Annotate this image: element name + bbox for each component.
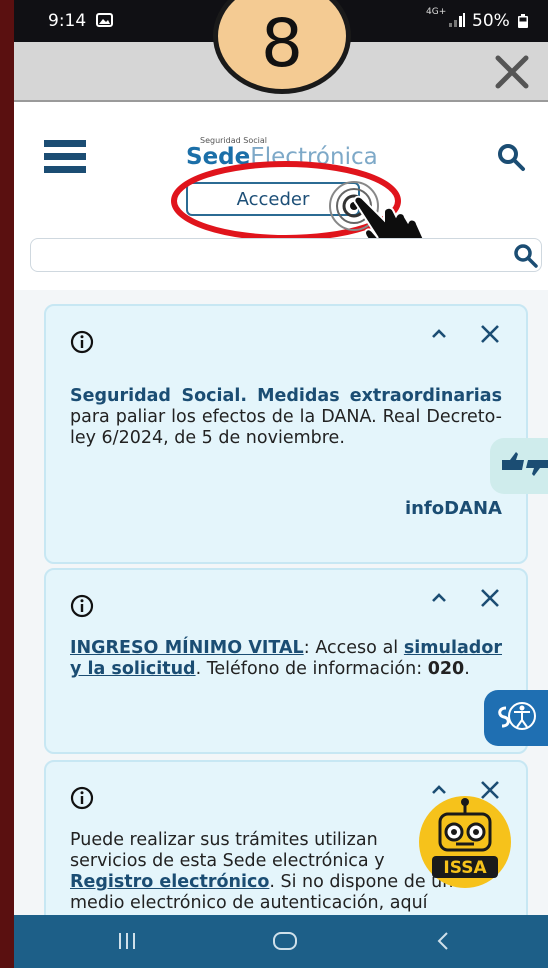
infodana-link[interactable]: infoDANA [405, 498, 502, 519]
accessibility-tab[interactable] [484, 690, 548, 746]
status-time: 9:14 [48, 11, 87, 31]
issa-chatbot-icon[interactable]: ISSA [410, 792, 520, 896]
signal-icon [449, 13, 465, 27]
notice-card-imv: INGRESO MÍNIMO VITAL: Acceso al simulado… [44, 568, 528, 754]
registro-electronico-link[interactable]: Registro electrónico [70, 872, 269, 892]
notice-text: INGRESO MÍNIMO VITAL: Acceso al simulado… [70, 638, 502, 679]
network-label: 4G+ [426, 7, 447, 17]
search-submit-icon[interactable] [513, 243, 539, 269]
search-icon[interactable] [496, 142, 526, 172]
bot-label: ISSA [443, 858, 487, 878]
site-search-bar [30, 238, 542, 272]
search-input[interactable] [41, 245, 485, 267]
thumbs-feedback-icon [502, 452, 548, 476]
home-icon[interactable] [270, 929, 300, 953]
gallery-icon [96, 13, 113, 27]
logo-title: SedeElectrónica [186, 144, 378, 170]
imv-link[interactable]: INGRESO MÍNIMO VITAL [70, 638, 304, 658]
recent-apps-icon[interactable] [112, 929, 142, 953]
close-notice-icon[interactable] [478, 586, 502, 610]
android-nav-bar [14, 915, 548, 968]
close-browser-button[interactable] [492, 52, 532, 92]
info-icon [70, 786, 94, 810]
feedback-tab[interactable] [490, 438, 548, 494]
browser-frame: 9:14 4G+ 50% 8 Seguridad Social SedeElec… [14, 0, 548, 968]
collapse-chevron-icon[interactable] [428, 588, 450, 608]
sede-electronica-logo[interactable]: Seguridad Social SedeElectrónica [186, 136, 406, 186]
battery-percent: 50% [472, 11, 510, 31]
hamburger-menu-icon[interactable] [44, 138, 86, 176]
notice-card-dana: Seguridad Social. Medidas extraordinaria… [44, 304, 528, 564]
back-icon[interactable] [428, 929, 458, 953]
notice-text: Seguridad Social. Medidas extraordinaria… [70, 386, 502, 448]
info-icon [70, 594, 94, 618]
close-notice-icon[interactable] [478, 322, 502, 346]
step-number: 8 [261, 5, 303, 82]
accessibility-icon [498, 702, 536, 730]
login-button[interactable]: Acceder [186, 182, 360, 216]
medidas-link[interactable]: extraordinarias [350, 386, 502, 406]
info-icon [70, 330, 94, 354]
collapse-chevron-icon[interactable] [428, 324, 450, 344]
battery-icon [518, 14, 528, 28]
